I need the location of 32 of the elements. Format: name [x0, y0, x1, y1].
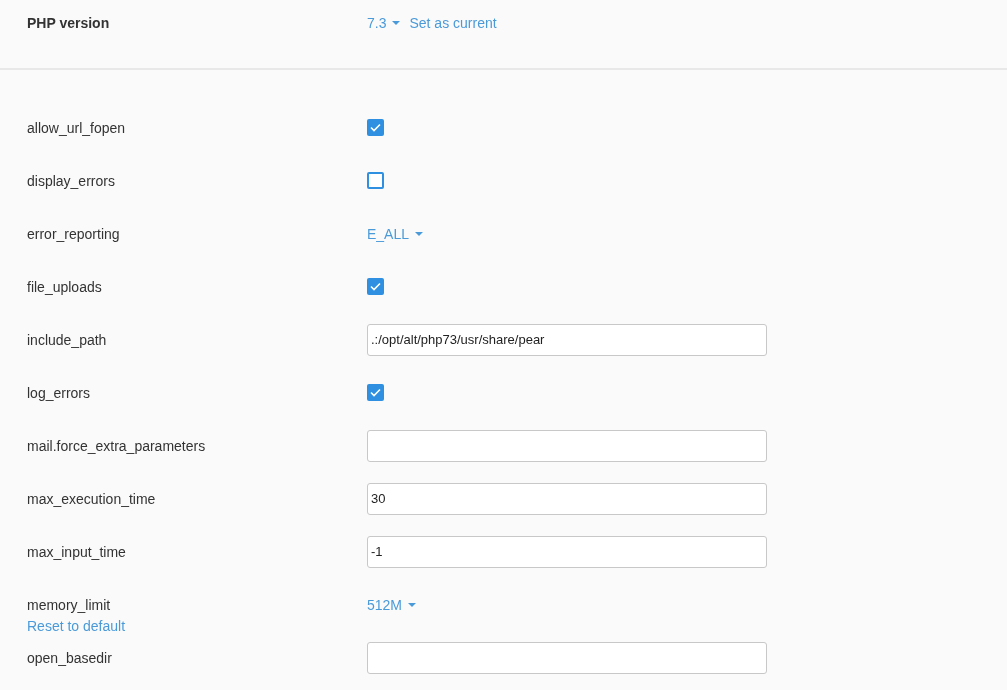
option-label: allow_url_fopen	[27, 118, 126, 138]
value-dropdown[interactable]: E_ALL	[367, 223, 424, 244]
option-label: max_execution_time	[27, 489, 156, 509]
checkbox[interactable]	[367, 384, 384, 401]
option-label: memory_limit	[27, 596, 111, 615]
input-field[interactable]	[367, 641, 767, 674]
version-dropdown[interactable]: 7.3	[367, 13, 401, 33]
option-label: display_errors	[27, 171, 115, 191]
option-label: include_path	[27, 330, 107, 350]
input-field[interactable]: 30	[367, 482, 767, 515]
caret-icon	[392, 21, 401, 25]
input-field[interactable]	[367, 429, 767, 462]
php-version-label: PHP version	[27, 14, 111, 33]
option-label: error_reporting	[27, 224, 120, 244]
option-label: open_basedir	[27, 648, 112, 668]
option-label: mail.force_extra_parameters	[27, 436, 206, 456]
option-label: log_errors	[27, 383, 91, 403]
caret-icon	[408, 603, 417, 607]
option-label: max_input_time	[27, 542, 126, 562]
check-icon	[370, 282, 381, 291]
checkbox[interactable]	[367, 119, 384, 136]
checkbox[interactable]	[367, 278, 384, 295]
value-dropdown[interactable]: 512M	[367, 595, 417, 615]
set-as-current-link[interactable]: Set as current	[409, 13, 497, 33]
input-field[interactable]: -1	[367, 535, 767, 568]
reset-to-default-link[interactable]: Reset to default	[27, 616, 126, 636]
check-icon	[370, 123, 381, 132]
input-field[interactable]: .:/opt/alt/php73/usr/share/pear	[367, 323, 767, 356]
option-label: file_uploads	[27, 277, 102, 297]
check-icon	[370, 388, 381, 397]
checkbox[interactable]	[367, 172, 384, 189]
caret-icon	[415, 231, 424, 236]
